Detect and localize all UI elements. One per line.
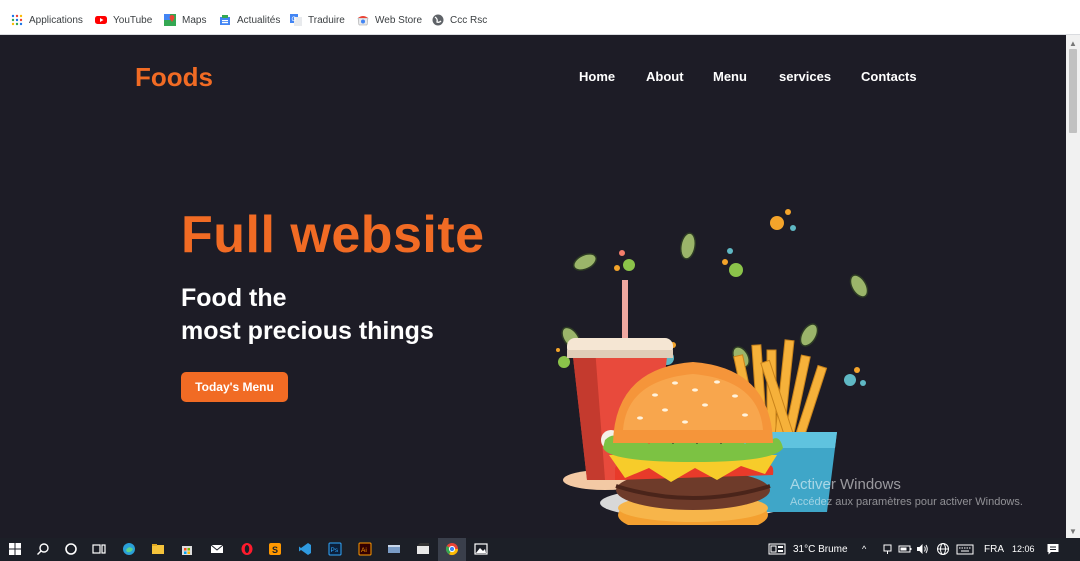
- bookmark-label: Ccc Rsc: [450, 14, 488, 26]
- todays-menu-button[interactable]: Today's Menu: [181, 372, 288, 402]
- illustrator-icon[interactable]: Ai: [358, 542, 372, 556]
- page-scrollbar[interactable]: ▲ ▼: [1066, 35, 1080, 538]
- chrome-icon[interactable]: [445, 542, 459, 556]
- network-globe-icon[interactable]: [936, 542, 950, 556]
- task-view-icon[interactable]: [92, 542, 106, 556]
- globe-icon: [432, 14, 444, 26]
- meet-now-icon[interactable]: [881, 542, 895, 556]
- maps-icon: [164, 14, 176, 26]
- site-logo[interactable]: Foods: [135, 62, 213, 93]
- notifications-icon[interactable]: [1046, 542, 1060, 556]
- cortana-icon[interactable]: [64, 542, 78, 556]
- web-page: Foods Home About Menu services Contacts …: [0, 35, 1066, 538]
- window-app-icon[interactable]: [387, 542, 401, 556]
- bookmark-translate[interactable]: G Traduire: [290, 13, 345, 27]
- mail-icon[interactable]: [210, 542, 224, 556]
- hero-subtitle-line-2: most precious things: [181, 317, 434, 345]
- weather-text[interactable]: 31°C Brume: [793, 544, 848, 555]
- show-hidden-icons-chevron-icon[interactable]: ^: [862, 544, 866, 554]
- photoshop-icon[interactable]: Ps: [328, 542, 342, 556]
- nav-contacts[interactable]: Contacts: [861, 69, 917, 84]
- scroll-up-arrow-icon[interactable]: ▲: [1069, 39, 1077, 48]
- hero-title: Full website: [181, 206, 485, 264]
- photos-icon[interactable]: [474, 542, 488, 556]
- nav-home[interactable]: Home: [579, 69, 615, 84]
- bookmark-applications[interactable]: Applications: [11, 13, 83, 27]
- weather-icon[interactable]: [768, 542, 786, 556]
- battery-icon[interactable]: [898, 542, 912, 556]
- bookmark-label: Actualités: [237, 14, 281, 26]
- scrollbar-thumb[interactable]: [1069, 49, 1077, 133]
- svg-text:G: G: [292, 17, 297, 23]
- bookmark-label: Applications: [29, 14, 83, 26]
- windows-taskbar: S Ps Ai 31°C Brume ^ FRA 12:06: [0, 538, 1080, 561]
- svg-text:Ai: Ai: [361, 547, 367, 554]
- bookmark-news[interactable]: Actualités: [219, 13, 280, 27]
- store-icon[interactable]: [180, 542, 194, 556]
- bookmark-label: Web Store: [375, 14, 423, 26]
- bookmark-web-store[interactable]: Web Store: [357, 13, 422, 27]
- vs-code-icon[interactable]: [298, 542, 312, 556]
- bookmark-maps[interactable]: Maps: [164, 13, 206, 27]
- bookmark-ccc-rsc[interactable]: Ccc Rsc: [432, 13, 487, 27]
- input-language[interactable]: FRA: [984, 544, 1004, 555]
- hero-subtitle-line-1: Food the: [181, 284, 287, 312]
- news-icon: [219, 14, 231, 26]
- keyboard-icon[interactable]: [956, 542, 974, 556]
- search-icon[interactable]: [36, 542, 50, 556]
- clock-time[interactable]: 12:06: [1012, 544, 1035, 554]
- bookmark-label: Maps: [182, 14, 207, 26]
- nav-menu[interactable]: Menu: [713, 69, 747, 84]
- web-store-icon: [357, 14, 369, 26]
- windows-start-icon[interactable]: [8, 542, 22, 556]
- activate-windows-title: Activer Windows: [790, 476, 901, 493]
- food-illustration: [556, 209, 869, 525]
- translate-icon: G: [290, 14, 302, 26]
- edge-browser-icon[interactable]: [122, 542, 136, 556]
- activate-windows-subtitle: Accédez aux paramètres pour activer Wind…: [790, 496, 1023, 508]
- svg-text:Ps: Ps: [331, 547, 339, 554]
- scroll-down-arrow-icon[interactable]: ▼: [1069, 527, 1077, 536]
- volume-icon[interactable]: [915, 542, 929, 556]
- bookmark-label: YouTube: [113, 14, 153, 26]
- nav-services[interactable]: services: [779, 69, 831, 84]
- sublime-text-icon[interactable]: S: [268, 542, 282, 556]
- opera-icon[interactable]: [240, 542, 254, 556]
- bookmark-youtube[interactable]: YouTube: [95, 13, 152, 27]
- bookmark-label: Traduire: [308, 14, 345, 26]
- apps-grid-icon: [11, 14, 23, 26]
- bookmarks-bar: Applications YouTube Maps Actualités G T…: [0, 0, 1080, 35]
- nav-about[interactable]: About: [646, 69, 684, 84]
- youtube-icon: [95, 14, 107, 26]
- svg-text:S: S: [272, 545, 278, 555]
- file-explorer-icon[interactable]: [151, 542, 165, 556]
- media-player-icon[interactable]: [416, 542, 430, 556]
